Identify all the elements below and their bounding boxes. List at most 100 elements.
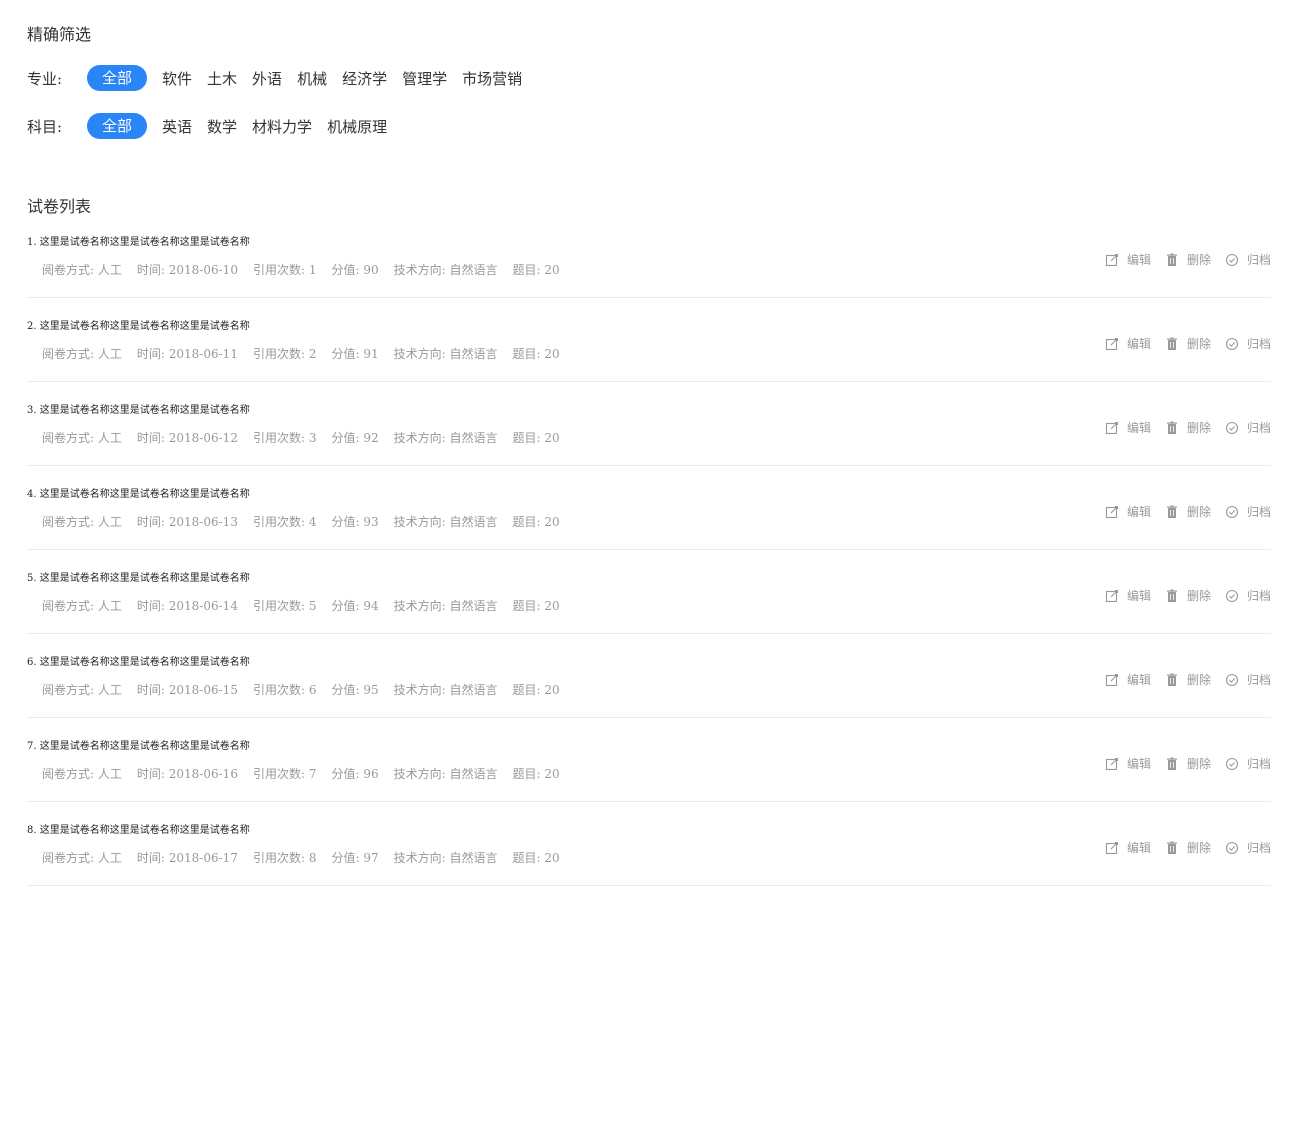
trash-icon [1165,337,1187,351]
major-filter-option-7[interactable]: 市场营销 [462,68,522,89]
major-filter-option-1[interactable]: 软件 [162,68,192,89]
subject-filter-option-4[interactable]: 机械原理 [327,116,387,137]
paper-name[interactable]: 6. 这里是试卷名称这里是试卷名称这里是试卷名称 [27,656,250,670]
filter-section-title: 精确筛选 [27,25,92,44]
trash-icon [1165,589,1187,603]
major-filter-option-5[interactable]: 经济学 [342,68,387,89]
subject-filter-option-2[interactable]: 数学 [207,116,237,137]
paper-name[interactable]: 5. 这里是试卷名称这里是试卷名称这里是试卷名称 [27,572,250,586]
edit-button[interactable]: 编辑 [1105,839,1151,856]
archive-button[interactable]: 归档 [1225,587,1271,604]
paper-index: 5. [27,573,37,584]
delete-button[interactable]: 删除 [1165,251,1211,268]
edit-button[interactable]: 编辑 [1105,335,1151,352]
major-filter-option-2[interactable]: 土木 [207,68,237,89]
delete-button[interactable]: 删除 [1165,839,1211,856]
major-filter-row: 专业: 全部 软件 土木 外语 机械 经济学 管理学 市场营销 [27,64,537,92]
meta-time: 时间: 2018-06-16 [137,766,238,782]
edit-button[interactable]: 编辑 [1105,503,1151,520]
delete-button[interactable]: 删除 [1165,671,1211,688]
major-filter-option-3[interactable]: 外语 [252,68,282,89]
major-filter-option-4[interactable]: 机械 [297,68,327,89]
paper-name[interactable]: 8. 这里是试卷名称这里是试卷名称这里是试卷名称 [27,824,250,838]
check-circle-icon [1225,337,1247,351]
subject-filter-option-0[interactable]: 全部 [87,113,148,139]
paper-actions: 编辑 删除 归档 [1091,419,1271,436]
paper-actions: 编辑 删除 归档 [1091,503,1271,520]
archive-button[interactable]: 归档 [1225,755,1271,772]
meta-method-value: 人工 [97,431,122,445]
paper-list-item: 5. 这里是试卷名称这里是试卷名称这里是试卷名称阅卷方式: 人工 时间: 2018… [27,566,1271,634]
delete-button[interactable]: 删除 [1165,587,1211,604]
archive-label: 归档 [1246,253,1271,267]
meta-score-value: 91 [363,347,379,361]
meta-time-value: 2018-06-13 [168,515,238,529]
meta-direction: 技术方向: 自然语言 [394,766,498,782]
paper-meta: 阅卷方式: 人工 时间: 2018-06-17 引用次数: 8 分值: 97 技术方向:… [42,850,575,866]
meta-score: 分值: 94 [331,598,378,614]
paper-index: 3. [27,405,37,416]
meta-method: 阅卷方式: 人工 [42,262,122,278]
meta-direction-value: 自然语言 [449,515,498,529]
meta-time-label: 时间: [136,683,165,697]
edit-button[interactable]: 编辑 [1105,755,1151,772]
meta-questions-label: 题目: [512,347,541,361]
edit-button[interactable]: 编辑 [1105,419,1151,436]
delete-button[interactable]: 删除 [1165,335,1211,352]
edit-label: 编辑 [1126,841,1151,855]
meta-questions: 题目: 20 [513,514,560,530]
meta-method-value: 人工 [97,515,122,529]
meta-direction-label: 技术方向: [393,431,446,445]
archive-button[interactable]: 归档 [1225,251,1271,268]
paper-name[interactable]: 3. 这里是试卷名称这里是试卷名称这里是试卷名称 [27,404,250,418]
paper-name[interactable]: 1. 这里是试卷名称这里是试卷名称这里是试卷名称 [27,236,250,250]
paper-title-text: 这里是试卷名称这里是试卷名称这里是试卷名称 [39,237,250,248]
delete-button[interactable]: 删除 [1165,755,1211,772]
meta-method-value: 人工 [97,767,122,781]
meta-citations-label: 引用次数: [252,431,305,445]
paper-actions: 编辑 删除 归档 [1091,335,1271,352]
major-filter-option-0[interactable]: 全部 [87,65,148,91]
paper-list-item: 7. 这里是试卷名称这里是试卷名称这里是试卷名称 阅卷方式: 人工 时间: 2018… [27,734,1271,802]
paper-meta: 阅卷方式: 人工 时间: 2018-06-14 引用次数: 5 分值: 94 技术方向:… [42,598,575,614]
delete-button[interactable]: 删除 [1165,503,1211,520]
meta-score-value: 90 [363,263,379,277]
paper-name[interactable]: 2. 这里是试卷名称这里是试卷名称这里是试卷名称 [27,320,250,334]
meta-citations: 引用次数: 3 [253,430,317,446]
paper-actions: 编辑 删除 归档 [1091,587,1271,604]
paper-index: 2. [27,321,37,332]
paper-title-text: 这里是试卷名称这里是试卷名称这里是试卷名称 [39,657,250,668]
trash-icon [1165,673,1187,687]
paper-meta: 阅卷方式: 人工 时间: 2018-06-10 引用次数: 1 分值: 90 技术方向:… [42,262,575,278]
meta-method-label: 阅卷方式: [42,515,95,529]
edit-button[interactable]: 编辑 [1105,671,1151,688]
delete-label: 删除 [1186,253,1211,267]
subject-filter-option-3[interactable]: 材料力学 [252,116,312,137]
meta-questions: 题目: 20 [513,766,560,782]
paper-name[interactable]: 4. 这里是试卷名称这里是试卷名称这里是试卷名称 [27,488,250,502]
meta-questions-label: 题目: [512,683,541,697]
delete-button[interactable]: 删除 [1165,419,1211,436]
paper-name[interactable]: 7. 这里是试卷名称这里是试卷名称这里是试卷名称 [27,740,250,754]
paper-meta: 阅卷方式: 人工 时间: 2018-06-15 引用次数: 6 分值: 95 技术方向:… [42,682,575,698]
archive-label: 归档 [1246,337,1271,351]
major-filter-option-6[interactable]: 管理学 [402,68,447,89]
edit-label: 编辑 [1126,421,1151,435]
archive-button[interactable]: 归档 [1225,335,1271,352]
archive-button[interactable]: 归档 [1225,503,1271,520]
meta-questions-value: 20 [544,431,560,445]
edit-button[interactable]: 编辑 [1105,251,1151,268]
meta-questions-label: 题目: [512,767,541,781]
check-circle-icon [1225,673,1247,687]
paper-index: 7. [27,741,37,752]
archive-button[interactable]: 归档 [1225,671,1271,688]
archive-button[interactable]: 归档 [1225,419,1271,436]
edit-button[interactable]: 编辑 [1105,587,1151,604]
paper-list-item: 4. 这里是试卷名称这里是试卷名称这里是试卷名称 阅卷方式: 人工 时间: 2018… [27,482,1271,550]
paper-actions: 编辑 删除 归档 [1091,251,1271,268]
meta-direction-value: 自然语言 [449,431,498,445]
paper-index: 4. [27,489,37,500]
subject-filter-option-1[interactable]: 英语 [162,116,192,137]
archive-button[interactable]: 归档 [1225,839,1271,856]
meta-questions-label: 题目: [512,851,541,865]
